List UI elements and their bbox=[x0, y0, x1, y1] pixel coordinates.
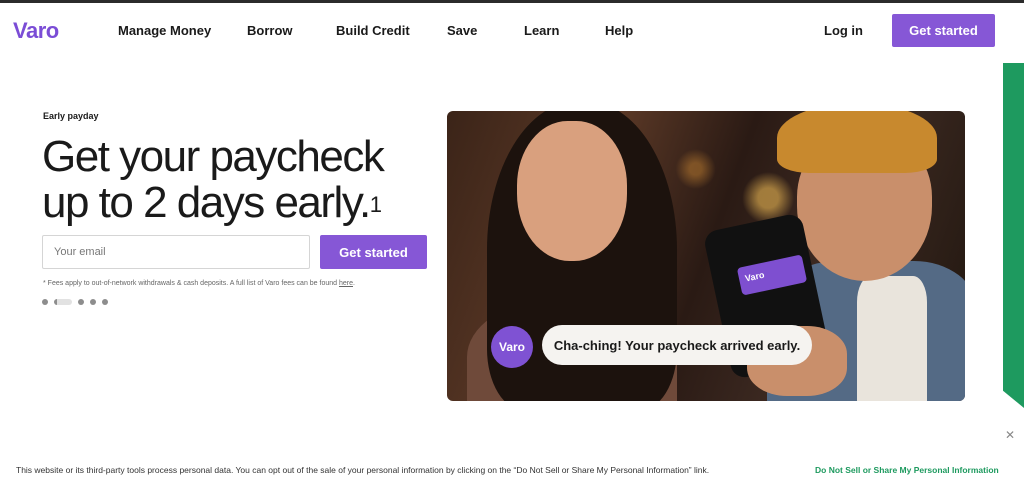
nav-learn[interactable]: Learn bbox=[524, 23, 559, 38]
disclaimer-text: * Fees apply to out-of-network withdrawa… bbox=[43, 280, 339, 287]
nav-borrow[interactable]: Borrow bbox=[247, 23, 293, 38]
photo-man-tee bbox=[857, 276, 927, 401]
carousel-dot[interactable] bbox=[42, 299, 48, 305]
varo-badge-icon: Varo bbox=[491, 326, 533, 368]
footnote-marker: 1 bbox=[369, 192, 383, 217]
cookie-banner: This website or its third-party tools pr… bbox=[0, 455, 1024, 479]
nav-save[interactable]: Save bbox=[447, 23, 477, 38]
carousel-pagination bbox=[42, 298, 108, 306]
headline-text: Get your paycheck up to 2 days early. bbox=[42, 132, 385, 227]
fees-here-link[interactable]: here bbox=[339, 280, 353, 287]
nav-help[interactable]: Help bbox=[605, 23, 633, 38]
notification-bubble: Cha-ching! Your paycheck arrived early. bbox=[542, 325, 812, 365]
varo-logo[interactable]: Varo bbox=[13, 18, 59, 44]
carousel-dot[interactable] bbox=[78, 299, 84, 305]
nav-manage-money[interactable]: Manage Money bbox=[118, 23, 211, 38]
eyebrow-label: Early payday bbox=[43, 111, 99, 121]
do-not-sell-link[interactable]: Do Not Sell or Share My Personal Informa… bbox=[815, 465, 999, 475]
photo-woman-face bbox=[517, 121, 627, 261]
fees-disclaimer: * Fees apply to out-of-network withdrawa… bbox=[43, 280, 355, 287]
header-get-started-button[interactable]: Get started bbox=[892, 14, 995, 47]
hero-headline: Get your paycheck up to 2 days early.1 bbox=[42, 134, 432, 226]
disclaimer-period: . bbox=[353, 280, 355, 287]
email-input[interactable] bbox=[42, 235, 310, 269]
decorative-green-strip bbox=[1003, 63, 1024, 408]
carousel-dot-active[interactable] bbox=[54, 299, 72, 305]
hero-get-started-button[interactable]: Get started bbox=[320, 235, 427, 269]
hero-photo: Varo Varo Cha-ching! Your paycheck arriv… bbox=[447, 111, 965, 401]
cookie-banner-text: This website or its third-party tools pr… bbox=[16, 465, 710, 475]
carousel-dot[interactable] bbox=[90, 299, 96, 305]
carousel-dot[interactable] bbox=[102, 299, 108, 305]
site-header: Varo Manage Money Borrow Build Credit Sa… bbox=[0, 3, 1024, 59]
close-icon[interactable]: ✕ bbox=[1001, 426, 1019, 444]
login-link[interactable]: Log in bbox=[824, 23, 863, 38]
nav-build-credit[interactable]: Build Credit bbox=[336, 23, 410, 38]
photo-man-hat bbox=[777, 111, 937, 173]
